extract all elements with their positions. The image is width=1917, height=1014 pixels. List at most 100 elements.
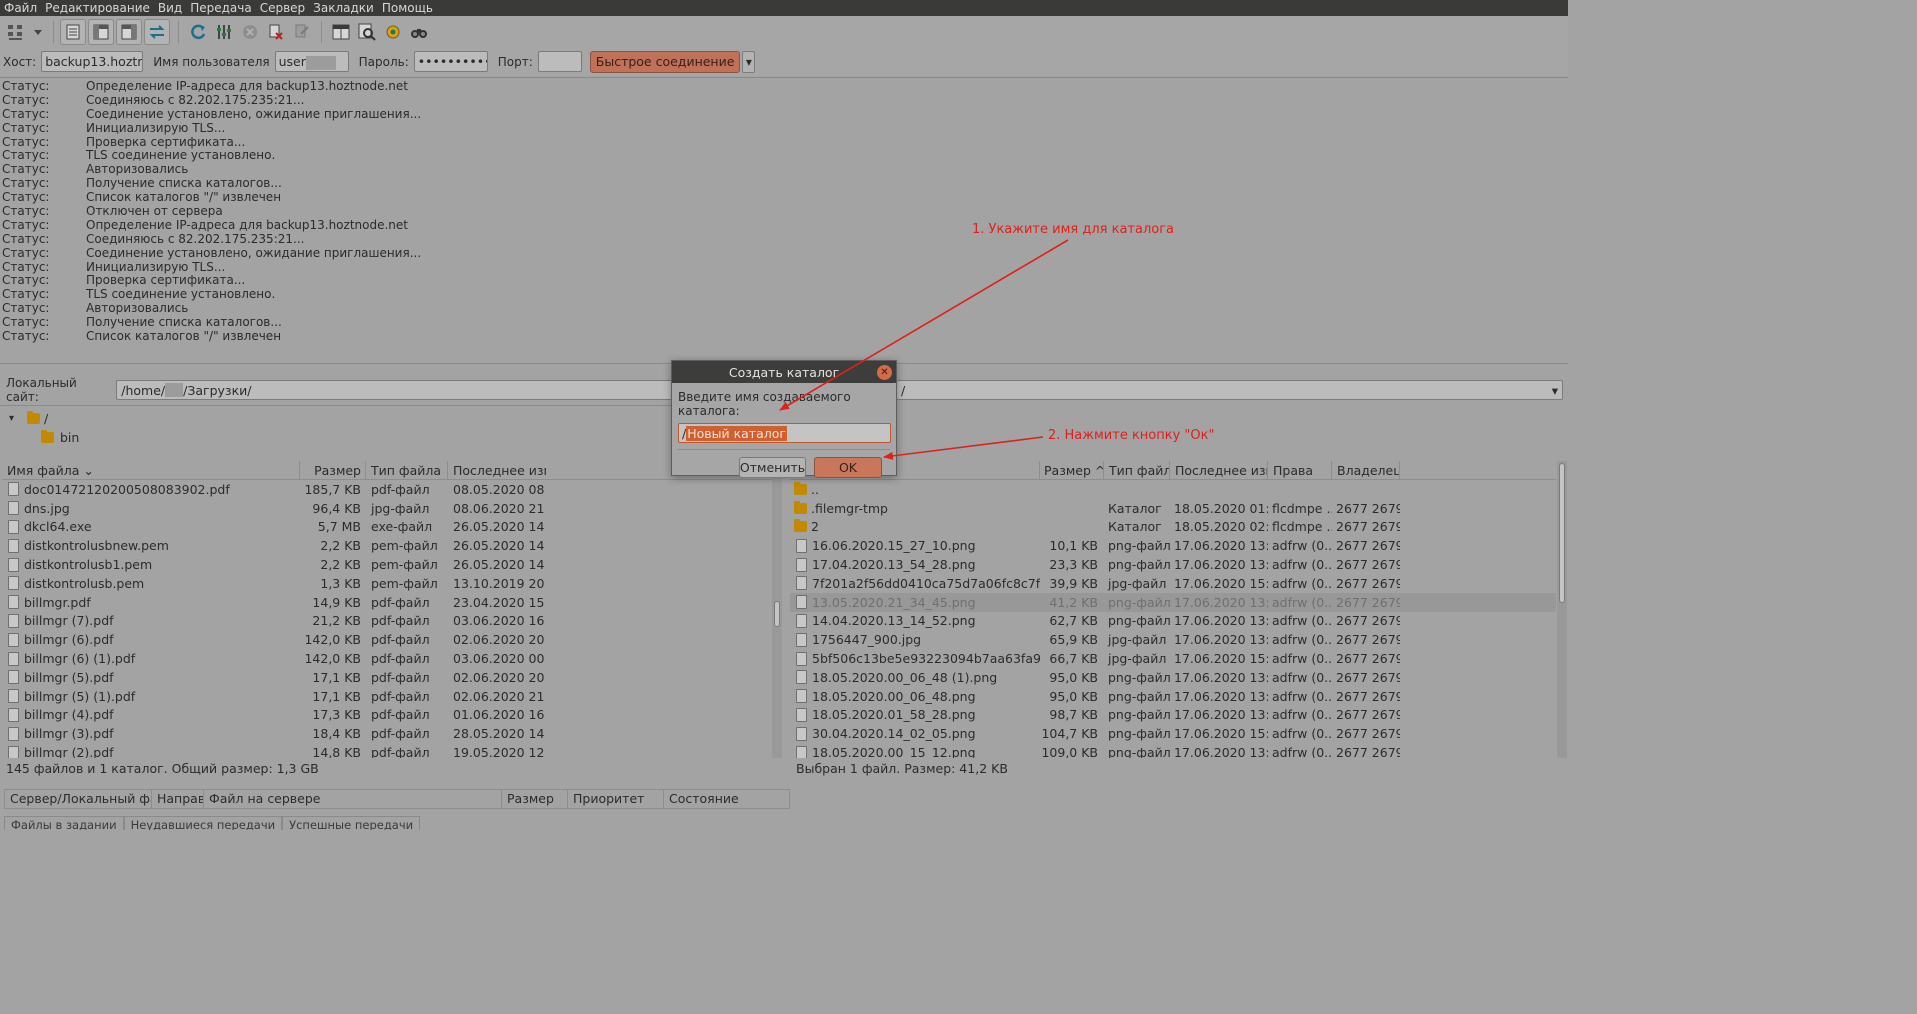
cancel-button[interactable]: Отменить [739,457,806,478]
site-manager-icon[interactable] [3,19,29,45]
table-row[interactable]: 7f201a2f56dd0410ca75d7a06fc8c7f7.jpg 39,9… [790,574,1556,593]
file-permissions: adfrw (0... [1272,669,1332,685]
table-row[interactable]: .filemgr-tmp Каталог 18.05.2020 01:2...flc… [790,499,1556,518]
dropdown-arrow-icon[interactable] [29,19,47,45]
log-row: Статус: Определение IP-адреса для backup1… [0,218,1568,233]
file-name-cell: 14.04.2020.13_14_52.png [790,613,1040,628]
column-header-modified[interactable]: Последнее изме [1170,461,1268,480]
table-row[interactable]: 18.05.2020.00_06_48.png 95,0 KB png-файл 17… [790,687,1556,706]
username-input[interactable]: user [274,51,349,72]
search-files-icon[interactable] [354,19,380,45]
table-row[interactable]: distkontrolusb1.pem 2,2 KB pem-файл 26.05.2… [2,555,772,574]
message-log[interactable]: Статус: Определение IP-адреса для backup1… [0,77,1568,364]
quickconnect-button[interactable]: Быстрое соединение [589,50,741,73]
table-row[interactable]: 18.05.2020.01_58_28.png 98,7 KB png-файл 17… [790,706,1556,725]
table-row[interactable]: billmgr (6) (1).pdf 142,0 KB pdf-файл 03.06… [2,649,772,668]
table-row[interactable]: 18.05.2020.00_15_12.png 109,0 KB png-файл 1… [790,743,1556,758]
table-row[interactable]: billmgr (5).pdf 17,1 KB pdf-файл 02.06.2020… [2,668,772,687]
column-header-permissions[interactable]: Права [1268,461,1332,480]
log-status-label: Статус: [2,106,50,121]
refresh-icon[interactable] [185,19,211,45]
menu-edit[interactable]: Редактирование [45,1,150,15]
column-header-direction[interactable]: Направ [152,790,204,808]
tab-queued-files[interactable]: Файлы в задании [4,816,124,830]
table-row[interactable]: 17.04.2020.13_54_28.png 23,3 KB png-файл 17… [790,555,1556,574]
table-row[interactable]: distkontrolusbnew.pem 2,2 KB pem-файл 26.05… [2,536,772,555]
local-file-list[interactable]: Имя файла ⌄ Размер Тип файла Последнее и… [2,461,772,758]
port-input[interactable] [537,51,582,72]
directory-compare-icon[interactable] [328,19,354,45]
chevron-down-icon[interactable]: ▾ [1552,383,1558,398]
column-header-type[interactable]: Тип файла [1104,461,1170,480]
expand-arrow-icon[interactable]: ▾ [9,413,23,424]
remote-path-input[interactable]: / ▾ [897,380,1563,400]
menu-file[interactable]: Файл [4,1,37,15]
column-header-size[interactable]: Размер ^ [1040,461,1104,480]
file-owner: 2677 2679 [1336,745,1400,758]
file-type: pdf-файл [371,726,430,742]
file-owner: 2677 2679 [1336,632,1400,648]
table-row[interactable]: 14.04.2020.13_14_52.png 62,7 KB png-файл 17… [790,612,1556,631]
sync-browse-icon[interactable] [380,19,406,45]
tree-item-root[interactable]: ▾ / [0,409,783,428]
local-directory-tree[interactable]: ▾ / bin [0,405,783,455]
column-header-owner[interactable]: Владелец/ [1332,461,1400,480]
scroll-thumb[interactable] [774,601,780,627]
tab-successful-transfers[interactable]: Успешные передачи [282,816,421,830]
local-list-scrollbar[interactable] [772,461,782,758]
scroll-thumb[interactable] [1559,463,1565,603]
filter-icon[interactable] [211,19,237,45]
toggle-remote-tree-icon[interactable] [116,18,142,45]
table-row[interactable]: billmgr (5) (1).pdf 17,1 KB pdf-файл 02.06.… [2,687,772,706]
table-row[interactable]: 16.06.2020.15_27_10.png 10,1 KB png-файл 17… [790,536,1556,555]
toggle-queue-icon[interactable] [144,18,170,45]
table-row[interactable]: doc01472120200508083902.pdf 185,7 KB pdf-ф… [2,480,772,499]
disconnect-icon[interactable] [263,19,289,45]
table-row[interactable]: 18.05.2020.00_06_48 (1).png 95,0 KB png-фа… [790,668,1556,687]
table-row[interactable]: distkontrolusb.pem 1,3 KB pem-файл 13.10.20… [2,574,772,593]
column-header-type[interactable]: Тип файла [366,461,448,480]
column-header-size[interactable]: Размер [502,790,568,808]
quickconnect-history-dropdown[interactable]: ▾ [742,50,756,73]
column-header-remote-file[interactable]: Файл на сервере [204,790,502,808]
table-row[interactable]: dkcl64.exe 5,7 MB exe-файл 26.05.2020 14:..… [2,518,772,537]
menu-server[interactable]: Сервер [260,1,305,15]
menu-transfer[interactable]: Передача [190,1,252,15]
tree-item-bin[interactable]: bin [0,428,783,447]
table-row[interactable]: 2 Каталог 18.05.2020 02:0...flcdmpe ...267… [790,518,1556,537]
host-input[interactable]: backup13.hoztnode [41,51,144,72]
tab-failed-transfers[interactable]: Неудавшиеся передачи [123,816,283,830]
toggle-local-tree-icon[interactable] [88,18,114,45]
column-header-filename[interactable]: Имя файла ⌄ [2,461,300,480]
table-row[interactable]: billmgr (4).pdf 17,3 KB pdf-файл 01.06.2020… [2,706,772,725]
column-header-size[interactable]: Размер [300,461,366,480]
password-input[interactable]: •••••••••••• [413,51,488,72]
find-icon[interactable] [406,19,432,45]
table-row[interactable]: .. [790,480,1556,499]
menu-bookmarks[interactable]: Закладки [313,1,374,15]
directory-name-input[interactable]: / Новый каталог [678,423,891,443]
table-row[interactable]: 13.05.2020.21_34_45.png 41,2 KB png-файл 17… [790,592,1556,612]
column-header-priority[interactable]: Приоритет [568,790,664,808]
cancel-icon[interactable] [237,19,263,45]
table-row[interactable]: billmgr.pdf 14,9 KB pdf-файл 23.04.2020 15:… [2,593,772,612]
table-row[interactable]: billmgr (6).pdf 142,0 KB pdf-файл 02.06.202… [2,630,772,649]
close-icon[interactable]: ✕ [877,365,892,380]
remote-list-scrollbar[interactable] [1557,461,1567,758]
column-header-server-local[interactable]: Сервер/Локальный файл [5,790,152,808]
menu-view[interactable]: Вид [158,1,182,15]
column-header-modified[interactable]: Последнее изме [448,461,546,480]
table-row[interactable]: billmgr (3).pdf 18,4 KB pdf-файл 28.05.2020… [2,724,772,743]
menu-help[interactable]: Помощь [382,1,433,15]
toggle-log-icon[interactable] [60,18,86,45]
table-row[interactable]: 30.04.2020.14_02_05.png 104,7 KB png-файл 1… [790,724,1556,743]
table-row[interactable]: 1756447_900.jpg 65,9 KB jpg-файл 17.06.2020… [790,630,1556,649]
table-row[interactable]: billmgr (2).pdf 14,8 KB pdf-файл 19.05.2020… [2,743,772,758]
ok-button[interactable]: OK [814,457,882,478]
column-header-state[interactable]: Состояние [664,790,789,808]
reconnect-icon[interactable] [289,19,315,45]
table-row[interactable]: billmgr (7).pdf 21,2 KB pdf-файл 03.06.2020… [2,612,772,631]
remote-file-list[interactable]: Размер ^ Тип файла Последнее изме Права … [790,461,1556,758]
table-row[interactable]: 5bf506c13be5e93223094b7aa63fa950.j... 66,… [790,649,1556,668]
table-row[interactable]: dns.jpg 96,4 KB jpg-файл 08.06.2020 21:... [2,499,772,518]
